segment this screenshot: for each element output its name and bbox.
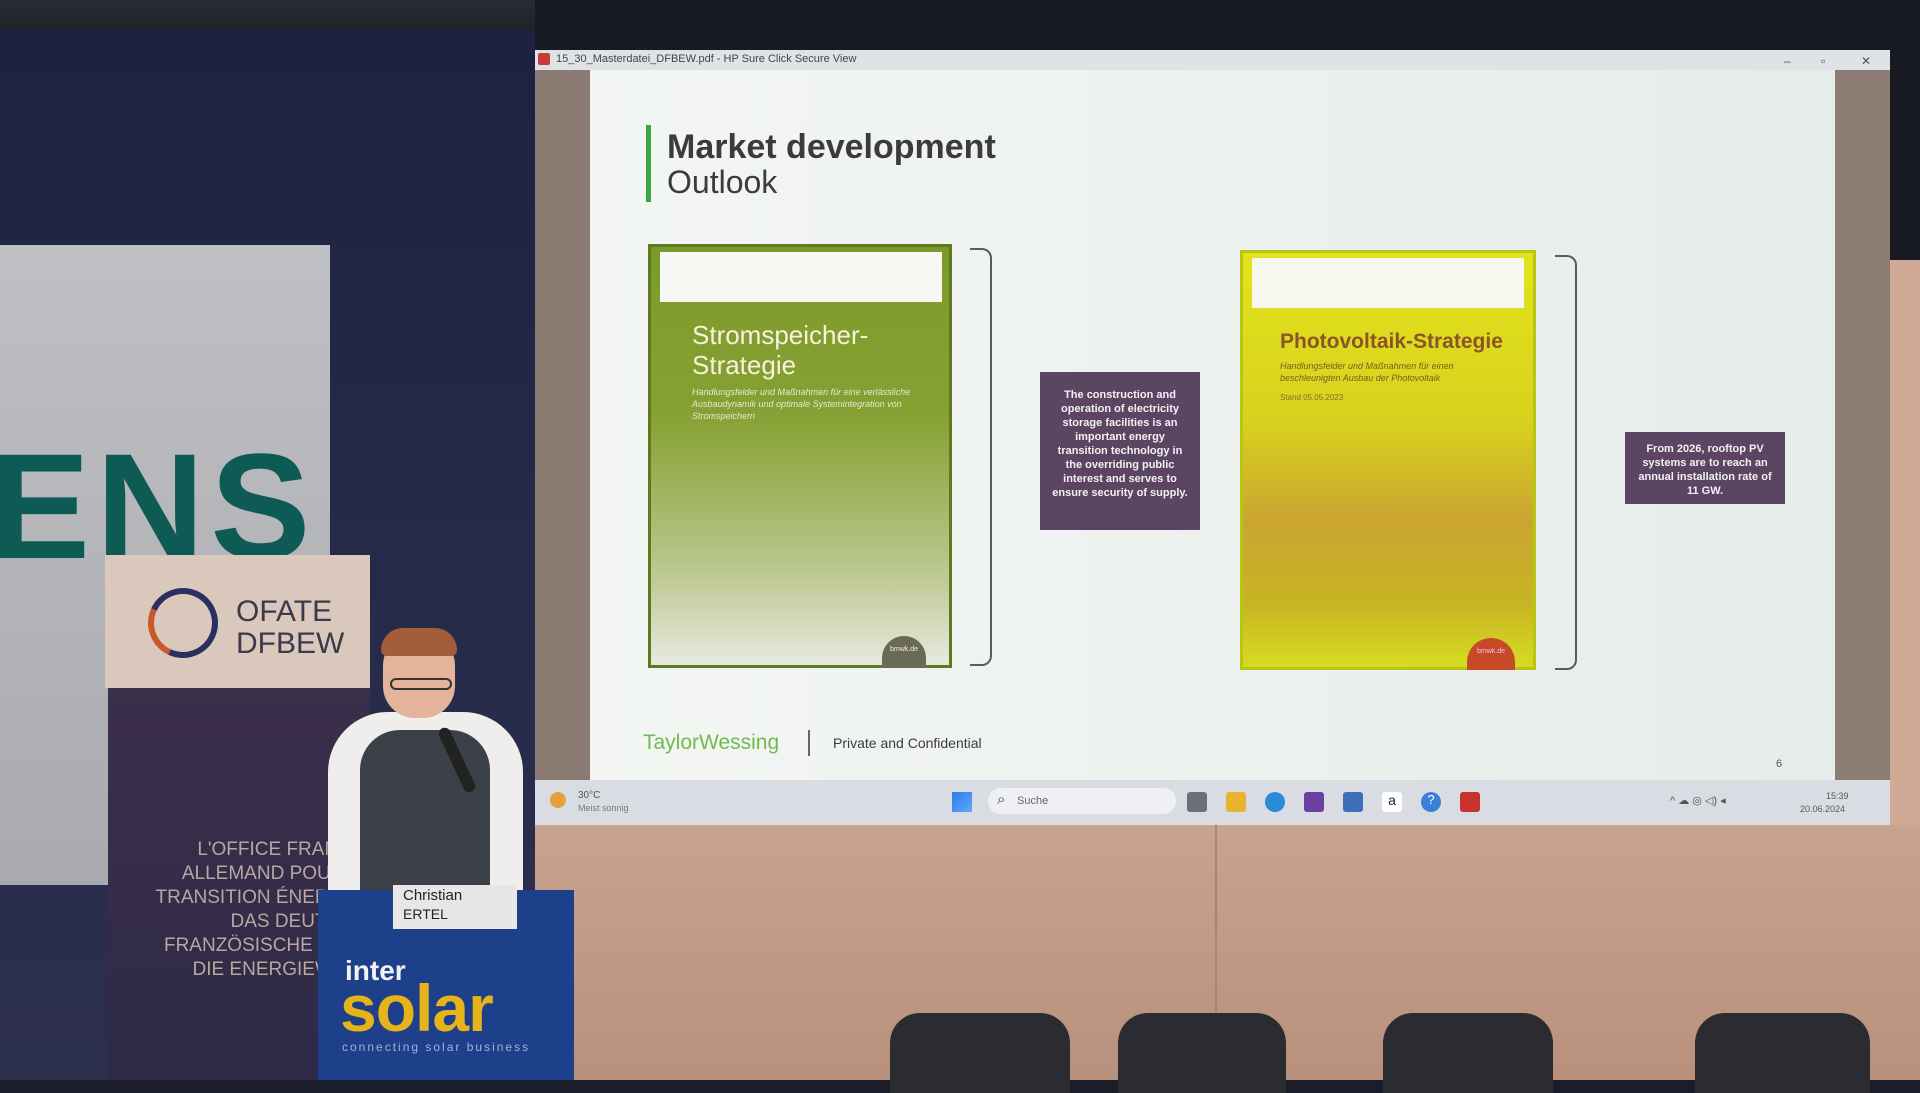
edge-browser-icon[interactable]	[1265, 792, 1285, 812]
ofate-line-1: OFATE	[236, 595, 333, 628]
cover-left-title: Stromspeicher- Strategie	[692, 320, 932, 380]
weather-description[interactable]: Meist sonnig	[578, 803, 629, 813]
weather-temperature[interactable]: 30°C	[578, 790, 600, 801]
ofate-line-2: DFBEW	[236, 627, 345, 660]
footer-brand-logo: TaylorWessing	[643, 731, 780, 754]
footer-confidential: Private and Confidential	[833, 735, 982, 751]
slide-title: Market development	[667, 128, 996, 166]
callout-storage: The construction and operation of electr…	[1040, 372, 1200, 530]
cover-left-badge-text: bmwk.de	[889, 646, 918, 653]
chair	[890, 1013, 1070, 1093]
speaker-first-name: Christian	[403, 887, 463, 904]
speaker-glasses	[390, 678, 452, 690]
clock-time[interactable]: 15:39	[1826, 791, 1849, 801]
task-view-icon[interactable]	[1187, 792, 1207, 812]
cover-right-subtitle: Handlungsfelder und Maßnahmen für einen …	[1280, 361, 1454, 383]
callout-pv: From 2026, rooftop PV systems are to rea…	[1625, 432, 1785, 504]
maximize-button[interactable]: ▫	[1821, 54, 1825, 68]
slide-subtitle: Outlook	[667, 164, 778, 200]
intersolar-logo-solar: solar	[340, 971, 494, 1045]
cover-ministry-header	[1252, 258, 1524, 308]
stromspeicher-strategie-cover	[648, 244, 952, 668]
file-explorer-icon[interactable]	[1226, 792, 1246, 812]
pdf-app-icon	[538, 53, 550, 65]
cover-left-badge: bmwk.de	[882, 636, 926, 668]
speaker-hair	[381, 628, 457, 656]
window-title: 15_30_Masterdatei_DFBEW.pdf - HP Sure Cl…	[556, 53, 857, 65]
chair	[1383, 1013, 1553, 1093]
stage-right-wall	[1890, 260, 1920, 860]
cover-ministry-header	[660, 252, 942, 302]
cover-right-badge: bmwk.de	[1467, 638, 1515, 670]
clock-date[interactable]: 20.06.2024	[1800, 804, 1845, 814]
chair	[1695, 1013, 1870, 1093]
speaker-vest	[360, 730, 490, 910]
amazon-app-icon[interactable]: a	[1382, 792, 1402, 812]
bracket-left	[970, 248, 992, 666]
intersolar-tagline: connecting solar business	[342, 1040, 531, 1054]
chair	[1118, 1013, 1286, 1093]
outlook-app-icon[interactable]	[1343, 792, 1363, 812]
close-button[interactable]: ✕	[1861, 54, 1871, 68]
cover-right-title: Photovoltaik-Strategie	[1280, 330, 1503, 353]
ofate-logo-text: OFATE DFBEW	[236, 596, 344, 660]
cover-right-date: Stand 05.05.2023	[1280, 393, 1344, 402]
search-icon: ⌕	[997, 791, 1006, 808]
bracket-right	[1555, 255, 1577, 670]
speaker-last-name: ERTEL	[403, 906, 448, 922]
cover-right-badge-text: bmwk.de	[1476, 648, 1505, 655]
footer-separator	[808, 730, 810, 756]
photovoltaik-strategie-cover	[1240, 250, 1536, 670]
minimize-button[interactable]: –	[1784, 54, 1791, 68]
slide-title-accent-bar	[646, 125, 651, 202]
acrobat-app-icon[interactable]	[1460, 792, 1480, 812]
cover-left-title-line-2: Strategie	[692, 350, 797, 380]
search-placeholder: Suche	[1017, 795, 1049, 807]
help-app-icon[interactable]: ?	[1421, 792, 1441, 812]
teams-app-icon[interactable]	[1304, 792, 1324, 812]
cover-left-title-line-1: Stromspeicher-	[692, 320, 869, 350]
cover-left-subtitle: Handlungsfelder und Maßnahmen für eine v…	[692, 387, 911, 421]
viewer-margin-right	[1835, 70, 1890, 780]
page-number: 6	[1776, 758, 1783, 770]
weather-sun-icon[interactable]	[550, 792, 566, 808]
start-windows-icon[interactable]	[952, 792, 972, 812]
viewer-margin-left	[535, 70, 590, 780]
system-tray-icons[interactable]: ^ ☁ ◎ ◁) ◂	[1670, 794, 1726, 807]
